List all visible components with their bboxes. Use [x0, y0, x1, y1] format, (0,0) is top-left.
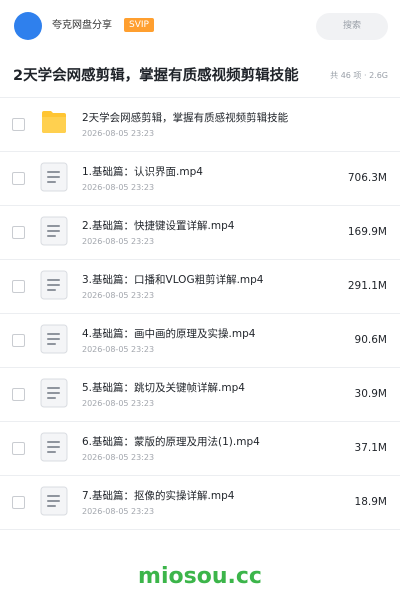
file-name[interactable]: 5.基础篇：跳切及关键帧详解.mp4 [82, 381, 245, 395]
file-size: 30.9M [354, 388, 387, 400]
row-checkbox[interactable] [12, 496, 25, 509]
search-input[interactable]: 搜索 [316, 13, 388, 40]
document-file-icon [40, 378, 68, 408]
file-name[interactable]: 7.基础篇：抠像的实操详解.mp4 [82, 489, 234, 503]
svip-badge: SVIP [124, 18, 154, 32]
file-date: 2026-08-05 23:23 [82, 237, 155, 246]
file-date: 2026-08-05 23:23 [82, 291, 155, 300]
row-checkbox[interactable] [12, 334, 25, 347]
share-owner-name: 夸克网盘分享 [52, 20, 112, 31]
title-row: 2天学会网感剪辑，掌握有质感视频剪辑技能 共 46 项 · 2.6G [0, 52, 400, 98]
file-row[interactable]: 7.基础篇：抠像的实操详解.mp4 2026-08-05 23:23 18.9M [0, 476, 400, 530]
file-size: 169.9M [347, 226, 387, 238]
file-row[interactable]: 2.基础篇：快捷键设置详解.mp4 2026-08-05 23:23 169.9… [0, 206, 400, 260]
file-size: 18.9M [354, 496, 387, 508]
document-file-icon [40, 216, 68, 246]
file-name[interactable]: 2.基础篇：快捷键设置详解.mp4 [82, 219, 234, 233]
file-date: 2026-08-05 23:23 [82, 507, 155, 516]
document-file-icon [40, 432, 68, 462]
file-name[interactable]: 6.基础篇：蒙版的原理及用法(1).mp4 [82, 435, 260, 449]
item-count-meta: 共 46 项 · 2.6G [330, 71, 388, 80]
file-date: 2026-08-05 23:23 [82, 129, 155, 138]
row-checkbox[interactable] [12, 226, 25, 239]
file-date: 2026-08-05 23:23 [82, 399, 155, 408]
document-file-icon [40, 486, 68, 516]
avatar[interactable] [14, 12, 42, 40]
row-checkbox[interactable] [12, 388, 25, 401]
document-file-icon [40, 324, 68, 354]
document-file-icon [40, 270, 68, 300]
row-checkbox[interactable] [12, 172, 25, 185]
folder-icon [42, 111, 66, 133]
page-title: 2天学会网感剪辑，掌握有质感视频剪辑技能 [13, 68, 299, 84]
row-checkbox[interactable] [12, 280, 25, 293]
file-name[interactable]: 4.基础篇：画中画的原理及实操.mp4 [82, 327, 255, 341]
file-row[interactable]: 3.基础篇：口播和VLOG粗剪详解.mp4 2026-08-05 23:23 2… [0, 260, 400, 314]
file-row[interactable]: 5.基础篇：跳切及关键帧详解.mp4 2026-08-05 23:23 30.9… [0, 368, 400, 422]
document-file-icon [40, 162, 68, 192]
file-list: 2天学会网感剪辑，掌握有质感视频剪辑技能 2026-08-05 23:23 1.… [0, 98, 400, 530]
watermark: miosou.cc [138, 564, 262, 589]
file-date: 2026-08-05 23:23 [82, 345, 155, 354]
row-checkbox[interactable] [12, 442, 25, 455]
file-date: 2026-08-05 23:23 [82, 183, 155, 192]
file-date: 2026-08-05 23:23 [82, 453, 155, 462]
file-row[interactable]: 4.基础篇：画中画的原理及实操.mp4 2026-08-05 23:23 90.… [0, 314, 400, 368]
row-checkbox[interactable] [12, 118, 25, 131]
file-size: 291.1M [347, 280, 387, 292]
file-row[interactable]: 1.基础篇：认识界面.mp4 2026-08-05 23:23 706.3M [0, 152, 400, 206]
file-name[interactable]: 1.基础篇：认识界面.mp4 [82, 165, 203, 179]
share-header: 夸克网盘分享 SVIP 搜索 [0, 0, 400, 52]
file-row[interactable]: 6.基础篇：蒙版的原理及用法(1).mp4 2026-08-05 23:23 3… [0, 422, 400, 476]
folder-row[interactable]: 2天学会网感剪辑，掌握有质感视频剪辑技能 2026-08-05 23:23 [0, 98, 400, 152]
file-size: 706.3M [347, 172, 387, 184]
file-size: 90.6M [354, 334, 387, 346]
file-size: 37.1M [354, 442, 387, 454]
file-name[interactable]: 3.基础篇：口播和VLOG粗剪详解.mp4 [82, 273, 264, 287]
file-name[interactable]: 2天学会网感剪辑，掌握有质感视频剪辑技能 [82, 111, 288, 125]
